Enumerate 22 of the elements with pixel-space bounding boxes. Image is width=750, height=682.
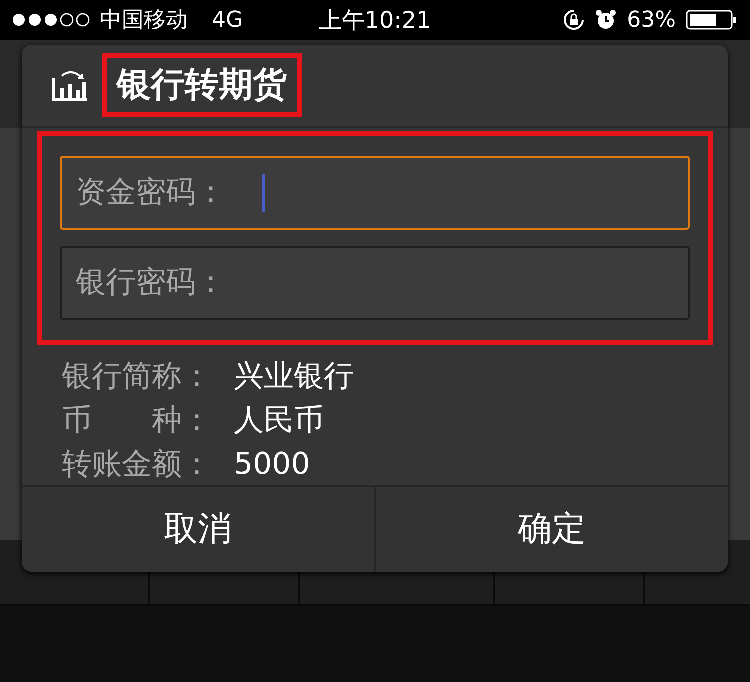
info-label: 转账金额： — [62, 446, 212, 484]
network-type: 4G — [212, 8, 244, 32]
field-label: 资金密码： — [76, 174, 226, 212]
password-field[interactable]: 资金密码： — [60, 156, 690, 230]
info-value: 人民币 — [234, 402, 324, 440]
battery-icon — [686, 9, 738, 31]
field-label: 银行密码： — [76, 264, 226, 302]
battery-percent: 63% — [627, 8, 676, 32]
alarm-clock-icon — [595, 9, 618, 31]
rotation-lock-icon — [563, 9, 586, 31]
info-value: 兴业银行 — [234, 358, 354, 396]
info-value: 5000 — [234, 446, 310, 484]
cancel-button[interactable]: 取消 — [22, 486, 376, 572]
clock-time: 上午10:21 — [318, 6, 432, 36]
dialog-title: 银行转期货 — [117, 65, 287, 106]
info-label: 币 种： — [62, 402, 212, 440]
signal-icon — [12, 13, 90, 27]
password-field[interactable]: 银行密码： — [60, 246, 690, 320]
confirm-button[interactable]: 确定 — [376, 486, 728, 572]
carrier-name: 中国移动 — [100, 7, 188, 35]
info-label: 银行简称： — [62, 358, 212, 396]
text-cursor — [262, 174, 265, 212]
